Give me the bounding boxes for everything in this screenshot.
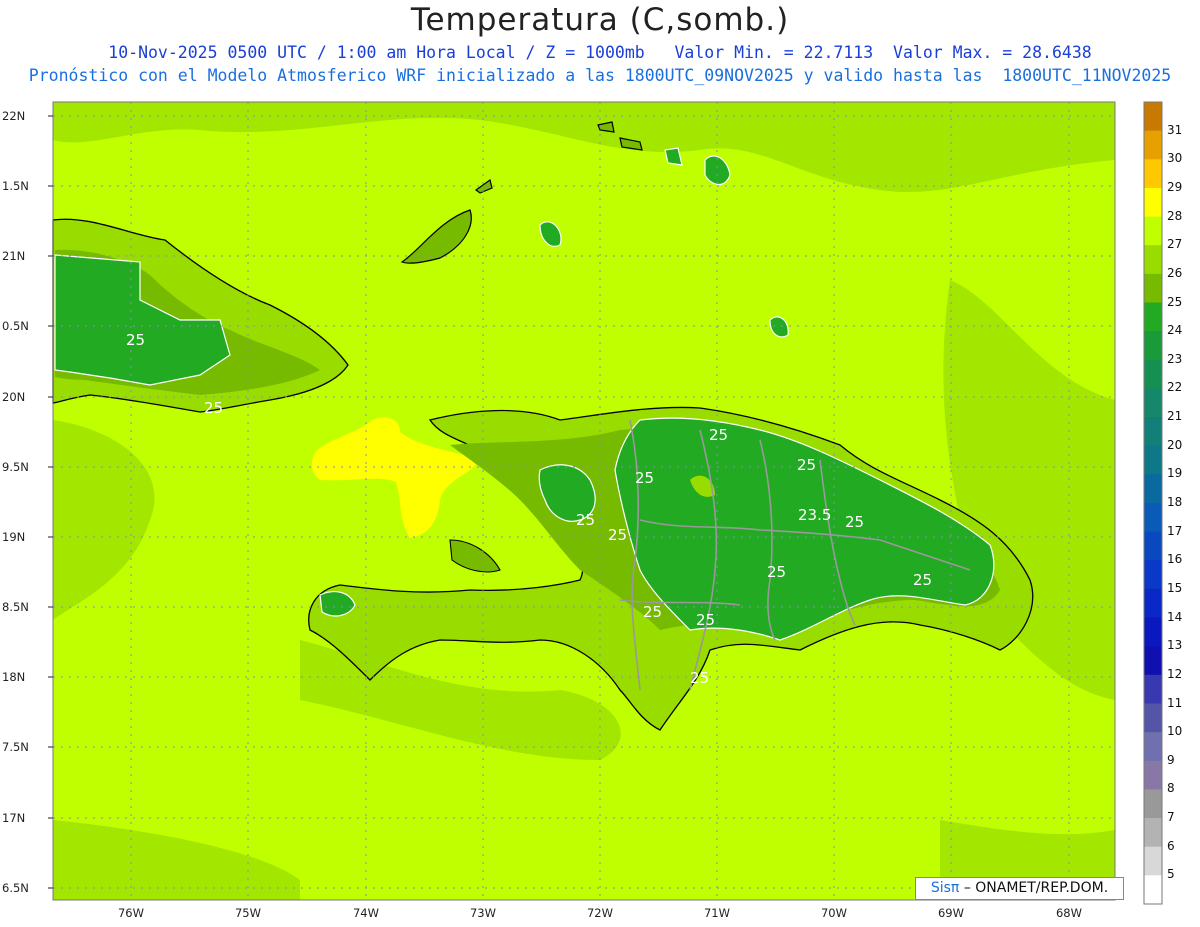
contour-label: 25 <box>797 456 816 474</box>
colorbar-swatch <box>1144 130 1162 160</box>
colorbar-label: 12 <box>1167 666 1183 681</box>
colorbar-swatch <box>1144 875 1162 905</box>
colorbar-swatch <box>1144 331 1162 361</box>
lon-label: 76W <box>117 906 144 920</box>
colorbar-swatch <box>1144 417 1162 447</box>
colorbar-label: 10 <box>1167 724 1183 739</box>
contour-label: 25 <box>690 669 709 687</box>
contour-label: 25 <box>643 603 662 621</box>
colorbar-label: 11 <box>1167 695 1183 710</box>
lon-label: 75W <box>234 906 261 920</box>
lon-label: 73W <box>469 906 496 920</box>
lon-label: 70W <box>820 906 847 920</box>
colorbar-label: 23 <box>1167 351 1183 366</box>
colorbar-label: 21 <box>1167 409 1183 424</box>
colorbar-label: 26 <box>1167 265 1183 280</box>
lon-label: 68W <box>1055 906 1082 920</box>
colorbar-label: 22 <box>1167 380 1183 395</box>
contour-label: 25 <box>709 426 728 444</box>
colorbar-label: 28 <box>1167 208 1183 223</box>
contour-label: 25 <box>767 563 786 581</box>
colorbar-label: 5 <box>1167 867 1175 882</box>
lat-label: 7.5N <box>2 740 29 754</box>
colorbar <box>1144 102 1162 905</box>
colorbar-swatch <box>1144 102 1162 132</box>
colorbar-swatch <box>1144 818 1162 848</box>
colorbar-label: 18 <box>1167 495 1183 509</box>
contour-label: 25 <box>635 469 654 487</box>
credit-text: – ONAMET/REP.DOM. <box>963 880 1109 896</box>
colorbar-swatch <box>1144 617 1162 647</box>
colorbar-swatch <box>1144 560 1162 590</box>
lat-label: 0.5N <box>2 319 29 333</box>
lat-label: 1.5N <box>2 179 29 193</box>
colorbar-swatch <box>1144 245 1162 275</box>
colorbar-label: 6 <box>1167 838 1175 853</box>
lat-label: 6.5N <box>2 881 29 895</box>
lat-label: 17N <box>2 811 26 825</box>
contour-label: 25 <box>576 511 595 529</box>
lon-label: 69W <box>937 906 964 920</box>
colorbar-label: 31 <box>1167 122 1183 137</box>
colorbar-swatch <box>1144 273 1162 303</box>
colorbar-swatch <box>1144 789 1162 819</box>
colorbar-swatch <box>1144 646 1162 676</box>
lon-label: 72W <box>586 906 613 920</box>
colorbar-swatch <box>1144 302 1162 332</box>
contour-label: 25 <box>608 526 627 544</box>
colorbar-swatch <box>1144 474 1162 504</box>
colorbar-swatch <box>1144 703 1162 733</box>
colorbar-label: 24 <box>1167 323 1183 338</box>
colorbar-label: 29 <box>1167 179 1183 194</box>
colorbar-swatch <box>1144 359 1162 389</box>
colorbar-swatch <box>1144 531 1162 561</box>
contour-label: 25 <box>204 399 223 417</box>
lat-label: 9.5N <box>2 460 29 474</box>
colorbar-label: 7 <box>1167 810 1175 825</box>
contour-label: 23.5 <box>798 506 831 524</box>
colorbar-swatch <box>1144 445 1162 475</box>
lat-label: 20N <box>2 390 26 404</box>
colorbar-label: 17 <box>1167 523 1183 538</box>
colorbar-swatch <box>1144 846 1162 876</box>
colorbar-label: 9 <box>1167 752 1175 767</box>
lat-label: 21N <box>2 249 26 263</box>
contour-label: 25 <box>845 513 864 531</box>
credit-box: Sisπ – ONAMET/REP.DOM. <box>915 877 1124 900</box>
contour-label: 25 <box>126 331 145 349</box>
temperature-map: 25 25 25 25 25 25 25 23.5 25 25 25 25 25… <box>48 101 1163 905</box>
colorbar-label: 14 <box>1167 609 1183 624</box>
colorbar-label: 20 <box>1167 437 1183 452</box>
colorbar-label: 15 <box>1167 580 1183 595</box>
colorbar-swatch <box>1144 588 1162 619</box>
colorbar-label: 25 <box>1167 294 1183 309</box>
colorbar-swatch <box>1144 732 1162 762</box>
colorbar-swatch <box>1144 159 1162 189</box>
colorbar-swatch <box>1144 674 1162 704</box>
colorbar-swatch <box>1144 760 1162 790</box>
axis-ticks <box>48 115 53 889</box>
lat-label: 18N <box>2 670 26 684</box>
colorbar-label: 19 <box>1167 466 1183 481</box>
lat-label: 22N <box>2 109 26 123</box>
colorbar-label: 8 <box>1167 781 1175 796</box>
colorbar-swatch <box>1144 388 1162 418</box>
credit-brand: Sisπ <box>930 880 960 896</box>
colorbar-swatch <box>1144 503 1162 533</box>
contour-label: 25 <box>913 571 932 589</box>
lat-label: 19N <box>2 530 26 544</box>
contour-label: 25 <box>696 611 715 629</box>
colorbar-label: 13 <box>1167 638 1183 653</box>
lat-label: 8.5N <box>2 600 29 614</box>
lon-label: 71W <box>703 906 730 920</box>
colorbar-label: 16 <box>1167 552 1183 567</box>
colorbar-label: 30 <box>1167 151 1183 166</box>
lon-label: 74W <box>352 906 379 920</box>
colorbar-label: 27 <box>1167 237 1183 252</box>
colorbar-swatch <box>1144 187 1162 218</box>
colorbar-swatch <box>1144 216 1162 246</box>
